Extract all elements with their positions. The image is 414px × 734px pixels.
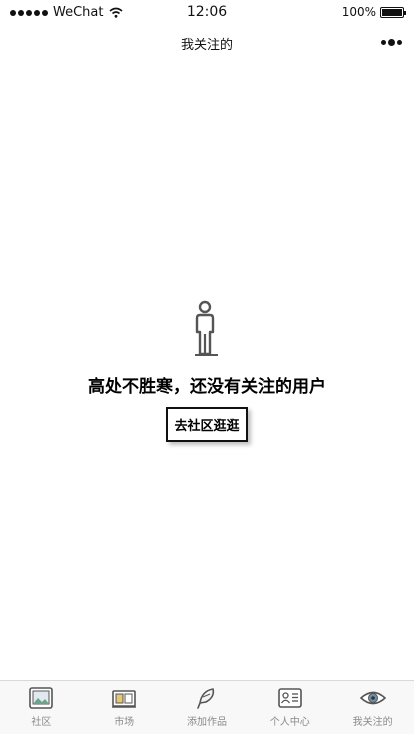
- tab-label: 添加作品: [186, 717, 227, 728]
- tab-label: 市场: [114, 717, 135, 728]
- tab-bar: 社区 市场 添加作品 个人中心 我关注的: [0, 680, 414, 734]
- page-title: 我关注的: [180, 38, 233, 53]
- person-icon: [195, 300, 218, 356]
- tab-community[interactable]: 社区: [0, 681, 83, 734]
- empty-state: 高处不胜寒，还没有关注的用户 去社区逛逛: [0, 300, 414, 442]
- go-community-button[interactable]: 去社区逛逛: [166, 407, 248, 442]
- empty-message: 高处不胜寒，还没有关注的用户: [88, 377, 326, 397]
- status-right: 100%: [341, 5, 406, 19]
- tab-label: 社区: [31, 717, 52, 728]
- tab-label: 我关注的: [352, 717, 393, 728]
- eye-icon: [359, 691, 386, 705]
- market-shop-icon: [112, 690, 137, 708]
- tab-market[interactable]: 市场: [83, 681, 166, 734]
- battery-icon: [380, 6, 406, 18]
- community-picture-icon: [29, 687, 54, 709]
- more-dots-icon[interactable]: [381, 39, 402, 46]
- tab-add-work[interactable]: 添加作品: [166, 681, 249, 734]
- nav-bar: 我关注的: [0, 24, 414, 64]
- battery-percent: 100%: [341, 5, 376, 19]
- tab-label: 个人中心: [269, 717, 310, 728]
- status-bar: WeChat 12:06 100%: [0, 0, 414, 24]
- tab-profile[interactable]: 个人中心: [248, 681, 331, 734]
- add-work-feather-icon: [197, 688, 215, 709]
- profile-card-icon: [277, 688, 302, 708]
- tab-following[interactable]: 我关注的: [331, 681, 414, 734]
